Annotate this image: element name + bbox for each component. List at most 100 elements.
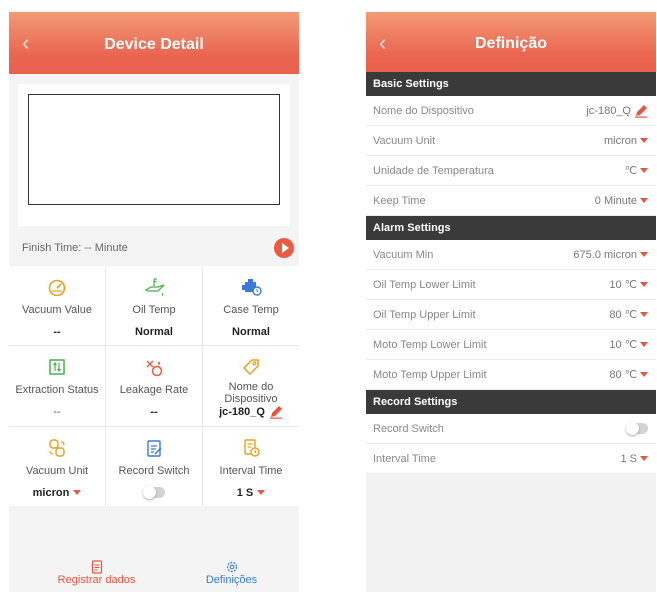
- leakage-rate-label: Leakage Rate: [119, 384, 189, 397]
- setting-label: Moto Temp Lower Limit: [373, 338, 487, 351]
- setting-label: Oil Temp Upper Limit: [373, 308, 476, 321]
- chart-card: [18, 84, 290, 226]
- vacuum-unit-cell[interactable]: Vacuum Unit micron: [9, 426, 105, 506]
- caret-down-icon: [640, 252, 648, 257]
- nav-records[interactable]: Registrar dados: [9, 560, 164, 592]
- record-switch-cell: Record Switch: [106, 426, 202, 506]
- record-switch-toggle[interactable]: [626, 422, 648, 435]
- extraction-icon: [45, 357, 69, 377]
- setting-interval-time[interactable]: Interval Time 1 S: [366, 444, 656, 474]
- setting-value: ℃: [624, 165, 637, 177]
- setting-label: Record Switch: [373, 422, 444, 435]
- device-name-cell[interactable]: Nome do Dispositivo jc-180_Q: [203, 346, 299, 426]
- edit-pencil-icon[interactable]: [269, 405, 283, 420]
- vacuum-chart: [28, 94, 280, 205]
- oil-temp-value: Normal: [135, 326, 173, 338]
- device-name-label: Nome do Dispositivo: [224, 381, 278, 406]
- header: ‹ Definição: [366, 12, 656, 72]
- interval-time-value: 1 S: [236, 486, 254, 499]
- case-temp-cell: Case Temp Normal: [203, 266, 299, 346]
- setting-temperature-unit[interactable]: Unidade de Temperatura ℃: [366, 156, 656, 186]
- setting-value-wrap: 10 ℃: [609, 278, 648, 291]
- caret-down-icon: [640, 198, 648, 203]
- setting-oil-temp-lower[interactable]: Oil Temp Lower Limit 10 ℃: [366, 270, 656, 300]
- record-switch-toggle[interactable]: [143, 485, 165, 499]
- vacuum-value-value: --: [53, 326, 61, 338]
- setting-value: 0 Minute: [594, 194, 637, 207]
- caret-down-icon: [640, 312, 648, 317]
- setting-vacuum-min[interactable]: Vacuum Min 675.0 micron: [366, 240, 656, 270]
- setting-value: 80 ℃: [609, 309, 637, 321]
- setting-value-wrap: ℃: [625, 164, 648, 177]
- play-icon[interactable]: [274, 238, 294, 258]
- extraction-status-cell: Extraction Status --: [9, 346, 105, 426]
- engine-icon: [239, 277, 263, 297]
- setting-value-wrap: 80 ℃: [609, 368, 648, 381]
- section-record-settings: Record Settings: [366, 390, 656, 414]
- caret-down-icon: [640, 138, 648, 143]
- caret-down-icon: [73, 490, 82, 496]
- interval-time-cell[interactable]: Interval Time 1 S: [203, 426, 299, 506]
- setting-moto-temp-upper[interactable]: Moto Temp Upper Limit 80 ℃: [366, 360, 656, 390]
- page-title: Device Detail: [104, 36, 204, 53]
- caret-down-icon: [640, 282, 648, 287]
- record-icon: [142, 438, 166, 458]
- setting-device-name[interactable]: Nome do Dispositivo jc-180_Q: [366, 96, 656, 126]
- unit-icon: [45, 438, 69, 458]
- interval-icon: [239, 438, 263, 458]
- setting-value-wrap: 675.0 micron: [573, 249, 648, 261]
- setting-vacuum-unit[interactable]: Vacuum Unit micron: [366, 126, 656, 156]
- setting-oil-temp-upper[interactable]: Oil Temp Upper Limit 80 ℃: [366, 300, 656, 330]
- header: ‹ Device Detail: [9, 12, 299, 74]
- setting-label: Oil Temp Lower Limit: [373, 278, 476, 291]
- section-basic-settings: Basic Settings: [366, 72, 656, 96]
- setting-value: jc-180_Q: [586, 104, 631, 117]
- setting-value: 675.0 micron: [573, 248, 637, 261]
- device-name-value-wrap[interactable]: jc-180_Q: [219, 405, 283, 420]
- caret-down-icon: [257, 490, 266, 496]
- record-switch-label: Record Switch: [118, 464, 190, 477]
- caret-down-icon: [640, 168, 648, 173]
- setting-label: Vacuum Unit: [373, 134, 436, 147]
- setting-label: Vacuum Min: [373, 248, 434, 261]
- settings-gear-icon: [226, 561, 237, 573]
- leakage-rate-value: --: [150, 406, 158, 419]
- vacuum-unit-dropdown[interactable]: micron: [33, 487, 82, 499]
- setting-value-wrap: 80 ℃: [609, 308, 648, 321]
- edit-pencil-icon[interactable]: [634, 104, 648, 118]
- section-alarm-settings: Alarm Settings: [366, 216, 656, 240]
- setting-moto-temp-lower[interactable]: Moto Temp Lower Limit 10 ℃: [366, 330, 656, 360]
- settings-screen: ‹ Definição Basic Settings Nome do Dispo…: [366, 12, 656, 592]
- finish-time-row: Finish Time: -- Minute: [22, 238, 294, 258]
- back-button[interactable]: ‹: [22, 30, 29, 56]
- leakage-rate-cell: Leakage Rate --: [106, 346, 202, 426]
- extraction-status-label: Extraction Status: [15, 384, 99, 397]
- nav-records-label: Registrar dados: [57, 574, 136, 586]
- gauge-icon: [45, 277, 69, 297]
- vacuum-value-cell: Vacuum Value --: [9, 266, 105, 346]
- oil-can-icon: [142, 277, 166, 297]
- nav-settings[interactable]: Definições: [164, 560, 299, 592]
- vacuum-value-label: Vacuum Value: [22, 304, 92, 316]
- case-temp-label: Case Temp: [223, 304, 279, 316]
- back-button[interactable]: ‹: [379, 30, 386, 56]
- setting-label: Moto Temp Upper Limit: [373, 368, 487, 381]
- setting-keep-time[interactable]: Keep Time 0 Minute: [366, 186, 656, 216]
- setting-label: Keep Time: [373, 194, 426, 207]
- finish-time-label: Finish Time: -- Minute: [22, 242, 128, 254]
- caret-down-icon: [640, 456, 648, 461]
- leakage-icon: [142, 357, 166, 377]
- interval-time-dropdown[interactable]: 1 S: [237, 487, 266, 499]
- tag-icon: [239, 357, 263, 377]
- setting-label: Unidade de Temperatura: [373, 164, 494, 177]
- vacuum-unit-label: Vacuum Unit: [25, 464, 89, 477]
- oil-temp-label: Oil Temp: [132, 304, 176, 316]
- setting-record-switch: Record Switch: [366, 414, 656, 444]
- case-temp-value: Normal: [232, 326, 270, 338]
- page-title: Definição: [474, 35, 547, 52]
- setting-value: 1 S: [620, 452, 637, 465]
- interval-time-label: Interval Time: [219, 464, 283, 477]
- setting-value: 80 ℃: [609, 369, 637, 381]
- device-name-value: jc-180_Q: [219, 406, 265, 419]
- setting-label: Nome do Dispositivo: [373, 104, 474, 117]
